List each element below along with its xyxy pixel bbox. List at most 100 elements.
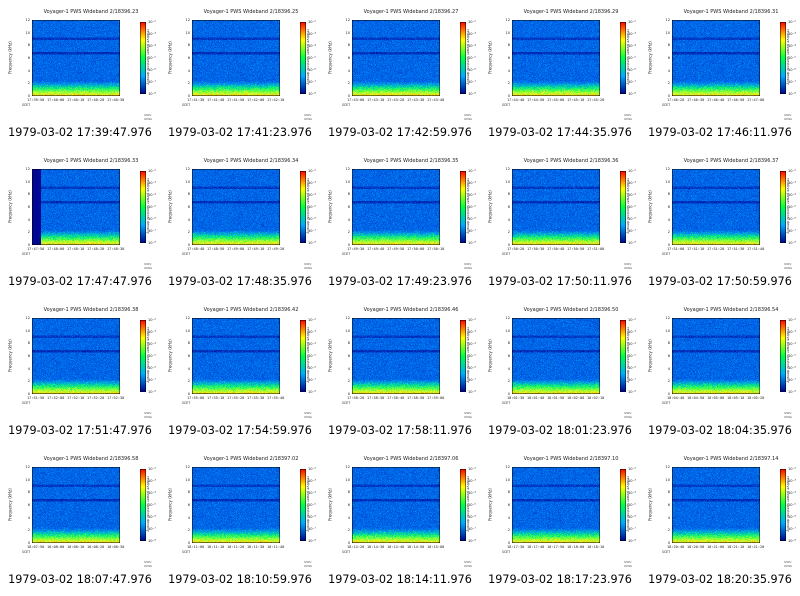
x-tick-label: 18:20:40 bbox=[667, 545, 685, 549]
colorbar-tick-label: 10⁻² bbox=[148, 169, 156, 173]
credit-label: UNIV IOWA bbox=[784, 262, 793, 270]
y-tick-label: 12 bbox=[25, 465, 30, 469]
scet-label: SCET bbox=[182, 103, 191, 107]
y-tick-label: 8 bbox=[667, 490, 670, 495]
colorbar-tick-label: 10⁻³ bbox=[468, 330, 476, 334]
x-tick-label: 17:50:00 bbox=[407, 247, 425, 251]
spectrogram-panel: Voyager-1 PWS Wideband 2/18396.33 Frequen… bbox=[0, 149, 160, 298]
y-tick-label: 4 bbox=[27, 515, 30, 520]
colorbar-tick-label: 10⁻⁶ bbox=[628, 68, 636, 72]
y-tick-label: 12 bbox=[665, 316, 670, 320]
colorbar-tick-label: 10⁻⁶ bbox=[468, 366, 476, 370]
scet-label: SCET bbox=[502, 103, 511, 107]
x-tick-label: 17:46:50 bbox=[727, 98, 745, 102]
x-tick-label: 18:01:40 bbox=[527, 396, 545, 400]
colorbar-tick-label: 10⁻⁵ bbox=[628, 354, 636, 358]
credit-label: UNIV IOWA bbox=[624, 113, 633, 121]
y-tick-label: 4 bbox=[347, 366, 350, 371]
timestamp-caption: 1979-03-02 17:50:11.976 bbox=[488, 275, 632, 288]
colorbar-tick-label: 10⁻⁶ bbox=[308, 515, 316, 519]
timestamp-caption: 1979-03-02 17:41:23.976 bbox=[168, 126, 312, 139]
y-axis-label: Frequency (kHz) bbox=[327, 41, 333, 74]
y-axis-label: Frequency (kHz) bbox=[7, 190, 13, 223]
y-tick-label: 8 bbox=[667, 43, 670, 48]
colorbar-tick-label: 10⁻³ bbox=[468, 181, 476, 185]
spectrogram-image bbox=[32, 20, 120, 96]
colorbar-tick-label: 10⁻⁸ bbox=[628, 390, 636, 394]
y-tick-label: 8 bbox=[507, 43, 510, 48]
credit-label: UNIV IOWA bbox=[304, 262, 313, 270]
x-tick-label: 17:40:00 bbox=[47, 98, 65, 102]
y-tick-label: 4 bbox=[187, 515, 190, 520]
colorbar-tick-label: 10⁻⁷ bbox=[148, 80, 156, 84]
y-tick-label: 12 bbox=[665, 18, 670, 22]
y-tick-label: 2 bbox=[27, 528, 30, 533]
colorbar-tick-label: 10⁻⁷ bbox=[468, 80, 476, 84]
colorbar-tick-label: 10⁻⁴ bbox=[308, 193, 316, 197]
timestamp-caption: 1979-03-02 17:48:35.976 bbox=[168, 275, 312, 288]
y-axis-label: Frequency (kHz) bbox=[167, 339, 173, 372]
colorbar-tick-label: 10⁻⁸ bbox=[308, 539, 316, 543]
colorbar-tick-label: 10⁻⁴ bbox=[148, 342, 156, 346]
x-tick-label: 17:43:00 bbox=[347, 98, 365, 102]
colorbar-tick-label: 10⁻³ bbox=[628, 32, 636, 36]
colorbar-tick-label: 10⁻⁸ bbox=[148, 92, 156, 96]
colorbar-tick-label: 10⁻⁴ bbox=[628, 44, 636, 48]
colorbar-tick-label: 10⁻⁴ bbox=[788, 491, 796, 495]
colorbar-tick-label: 10⁻³ bbox=[148, 32, 156, 36]
y-tick-label: 6 bbox=[347, 503, 350, 507]
colorbar-tick-label: 10⁻⁶ bbox=[148, 217, 156, 221]
y-tick-label: 8 bbox=[187, 43, 190, 48]
credit-label: UNIV IOWA bbox=[144, 560, 153, 568]
panel-title: Voyager-1 PWS Wideband 2/18396.33 bbox=[43, 158, 139, 164]
colorbar-tick-label: 10⁻³ bbox=[788, 330, 796, 334]
spectrogram-panel: Voyager-1 PWS Wideband 2/18397.10 Frequen… bbox=[480, 447, 640, 596]
colorbar-tick-label: 10⁻⁴ bbox=[788, 44, 796, 48]
colorbar-tick-label: 10⁻⁸ bbox=[308, 390, 316, 394]
panel-title: Voyager-1 PWS Wideband 2/18396.23 bbox=[43, 9, 139, 15]
timestamp-caption: 1979-03-02 17:46:11.976 bbox=[648, 126, 792, 139]
y-tick-label: 6 bbox=[27, 503, 30, 507]
panel-title: Voyager-1 PWS Wideband 2/18396.50 bbox=[523, 307, 619, 313]
spectrogram-image bbox=[352, 20, 440, 96]
x-tick-label: 18:08:30 bbox=[107, 545, 125, 549]
y-tick-label: 2 bbox=[27, 230, 30, 235]
x-tick-label: 18:17:50 bbox=[547, 545, 565, 549]
x-tick-label: 18:21:20 bbox=[747, 545, 765, 549]
y-axis-label: Frequency (kHz) bbox=[7, 488, 13, 521]
colorbar-tick-label: 10⁻⁸ bbox=[788, 92, 796, 96]
y-tick-label: 10 bbox=[665, 30, 670, 35]
colorbar-tick-label: 10⁻⁴ bbox=[148, 44, 156, 48]
x-tick-label: 17:48:10 bbox=[67, 247, 85, 251]
credit-label: UNIV IOWA bbox=[464, 113, 473, 121]
y-axis-label: Frequency (kHz) bbox=[7, 41, 13, 74]
y-tick-label: 2 bbox=[667, 81, 670, 86]
colorbar-tick-label: 10⁻⁵ bbox=[148, 354, 156, 358]
x-tick-label: 18:11:00 bbox=[187, 545, 205, 549]
x-tick-label: 17:40:10 bbox=[67, 98, 85, 102]
timestamp-caption: 1979-03-02 18:07:47.976 bbox=[8, 573, 152, 586]
spectrogram-image bbox=[672, 467, 760, 543]
y-tick-label: 10 bbox=[665, 179, 670, 184]
y-tick-label: 2 bbox=[507, 230, 510, 235]
scet-label: SCET bbox=[342, 103, 351, 107]
panel-title: Voyager-1 PWS Wideband 2/18396.37 bbox=[683, 158, 779, 164]
y-tick-label: 12 bbox=[505, 18, 510, 22]
colorbar-tick-label: 10⁻⁷ bbox=[788, 80, 796, 84]
timestamp-caption: 1979-03-02 18:17:23.976 bbox=[488, 573, 632, 586]
colorbar-tick-label: 10⁻³ bbox=[308, 32, 316, 36]
colorbar-tick-label: 10⁻² bbox=[468, 169, 476, 173]
x-tick-label: 17:40:20 bbox=[87, 98, 105, 102]
x-tick-label: 18:20:50 bbox=[687, 545, 705, 549]
x-tick-label: 18:11:30 bbox=[247, 545, 265, 549]
y-tick-label: 8 bbox=[347, 192, 350, 197]
colorbar-tick-label: 10⁻⁸ bbox=[628, 241, 636, 245]
panel-title: Voyager-1 PWS Wideband 2/18396.58 bbox=[43, 456, 139, 462]
y-tick-label: 8 bbox=[347, 43, 350, 48]
y-tick-label: 8 bbox=[27, 43, 30, 48]
y-tick-label: 2 bbox=[667, 528, 670, 533]
x-tick-label: 18:08:00 bbox=[47, 545, 65, 549]
y-tick-label: 12 bbox=[665, 167, 670, 171]
colorbar-tick-label: 10⁻⁷ bbox=[628, 229, 636, 233]
x-tick-label: 17:50:30 bbox=[527, 247, 545, 251]
